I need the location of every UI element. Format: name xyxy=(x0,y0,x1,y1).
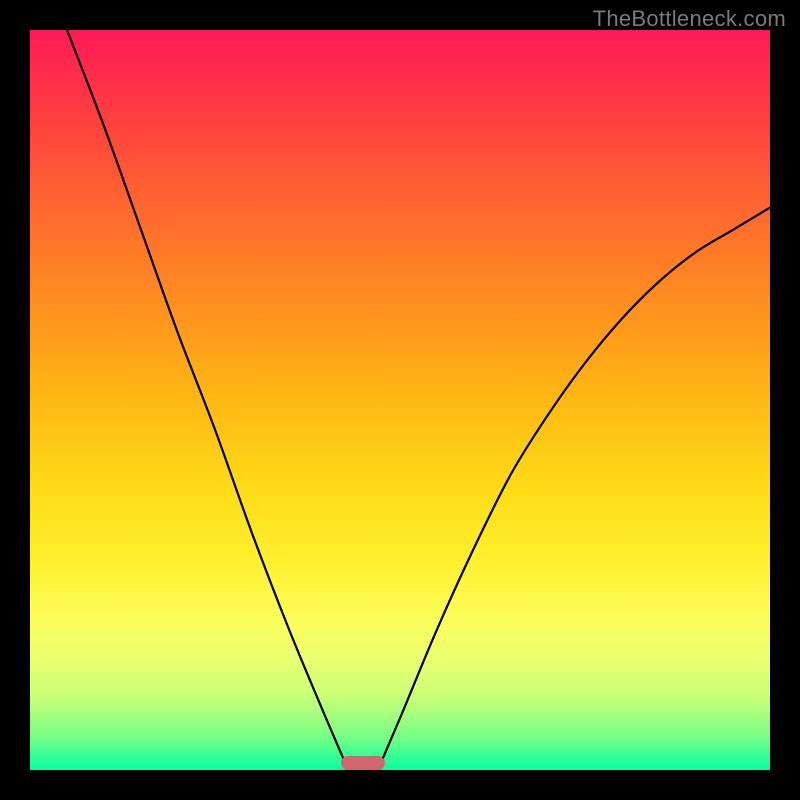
right-curve xyxy=(378,208,770,770)
watermark-text: TheBottleneck.com xyxy=(593,6,786,32)
chart-container: TheBottleneck.com xyxy=(0,0,800,800)
plot-area xyxy=(30,30,770,770)
left-curve xyxy=(67,30,348,770)
bottom-marker xyxy=(341,756,385,770)
chart-curves xyxy=(30,30,770,770)
